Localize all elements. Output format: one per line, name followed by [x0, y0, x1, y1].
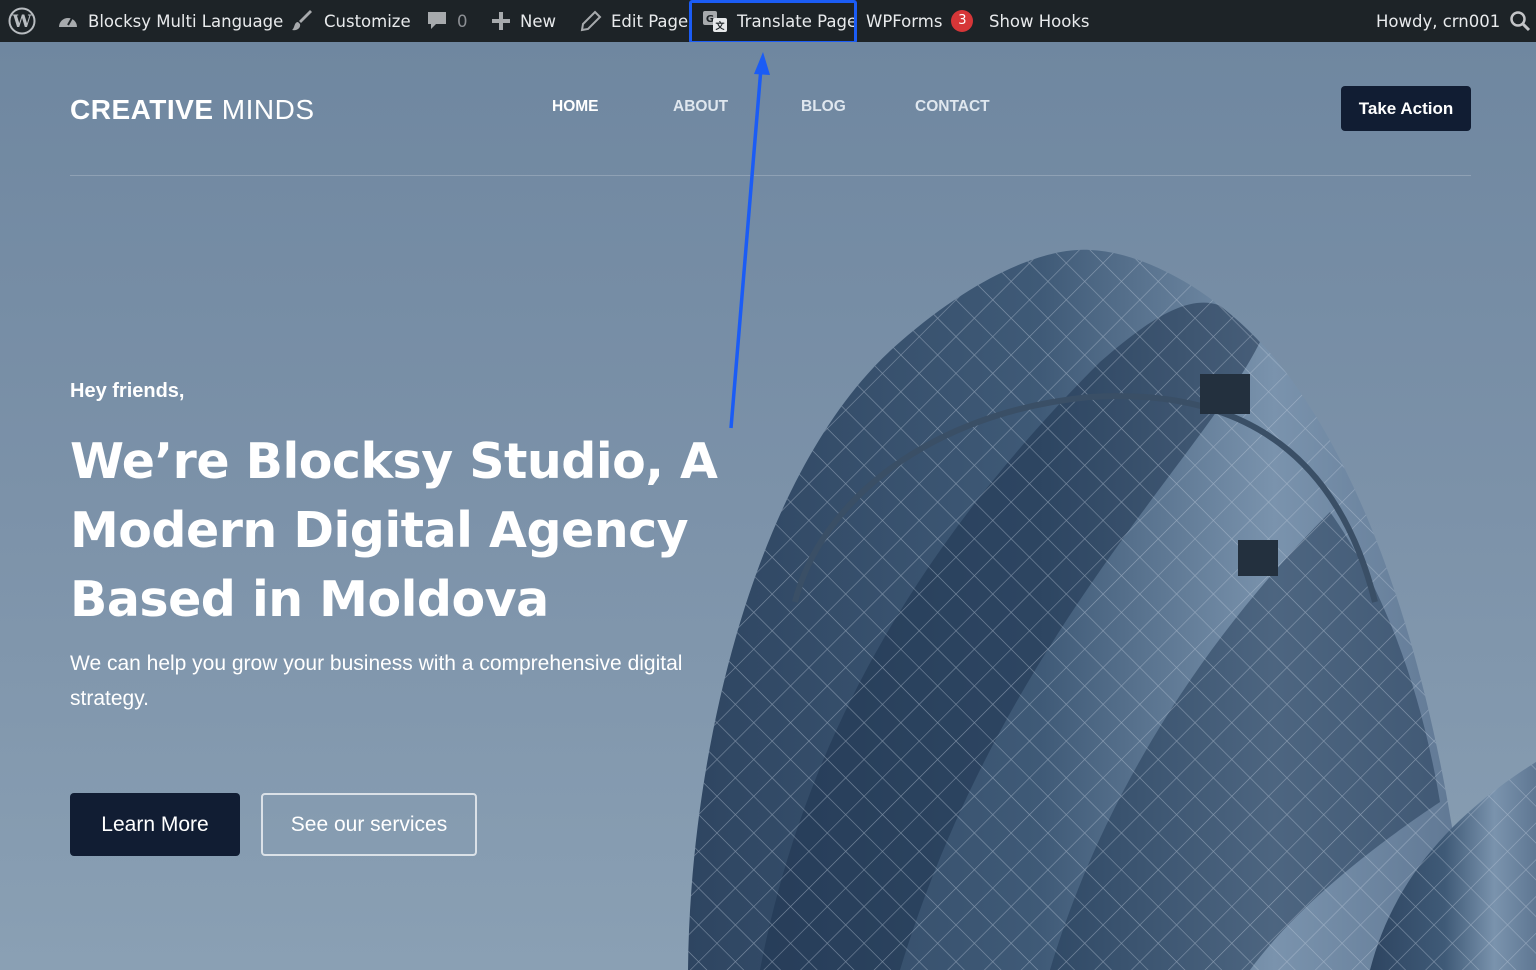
comment-icon	[428, 12, 446, 29]
admin-bar: W Blocksy Multi Language Customize 0 New	[0, 0, 1536, 44]
plus-icon	[492, 12, 510, 30]
edit-page-link[interactable]: Edit Page	[580, 0, 688, 42]
wordpress-icon: W	[8, 7, 36, 35]
svg-text:W: W	[11, 12, 32, 32]
new-content-menu[interactable]: New	[491, 0, 556, 42]
search-icon	[1510, 11, 1531, 32]
brush-icon	[292, 10, 312, 31]
logo-bold-text: CREATIVE	[70, 94, 214, 125]
pencil-icon	[580, 10, 602, 32]
comments-count: 0	[457, 11, 468, 31]
take-action-button[interactable]: Take Action	[1341, 86, 1471, 131]
see-services-button[interactable]: See our services	[261, 793, 477, 856]
learn-more-button[interactable]: Learn More	[70, 793, 240, 856]
wpforms-menu[interactable]: WPForms 3	[866, 0, 974, 42]
dashboard-icon	[59, 17, 77, 27]
show-hooks-label: Show Hooks	[989, 11, 1090, 31]
logo-thin-text: MINDS	[221, 94, 315, 125]
hero-greeting: Hey friends,	[70, 380, 185, 402]
nav-blog[interactable]: BLOG	[801, 98, 846, 116]
nav-home[interactable]: HOME	[552, 98, 599, 116]
customize-label: Customize	[324, 11, 411, 31]
site-name-menu[interactable]: Blocksy Multi Language	[57, 0, 283, 42]
admin-search[interactable]	[1509, 0, 1531, 42]
nav-contact[interactable]: CONTACT	[915, 98, 990, 116]
wpforms-label: WPForms	[866, 11, 943, 31]
hero-section: CREATIVE MINDS HOME ABOUT BLOG CONTACT T…	[0, 42, 1536, 970]
howdy-label: Howdy, crn001	[1376, 11, 1501, 31]
hero-subtext: We can help you grow your business with …	[70, 652, 683, 710]
edit-page-label: Edit Page	[611, 11, 689, 31]
wpforms-notification-badge: 3	[951, 10, 974, 32]
header-divider	[70, 175, 1471, 176]
nav-about[interactable]: ABOUT	[673, 98, 728, 116]
customize-link[interactable]: Customize	[291, 0, 411, 42]
user-account-menu[interactable]: Howdy, crn001	[1376, 0, 1500, 42]
site-name: Blocksy Multi Language	[88, 11, 284, 31]
hero-headline: We’re Blocksy Studio, A Modern Digital A…	[70, 433, 718, 628]
comments-link[interactable]: 0	[426, 0, 468, 42]
show-hooks-link[interactable]: Show Hooks	[989, 0, 1090, 42]
wordpress-menu[interactable]: W	[8, 0, 36, 42]
site-logo[interactable]: CREATIVE MINDS	[70, 94, 315, 126]
translate-page-highlight	[689, 0, 857, 44]
new-label: New	[520, 11, 556, 31]
